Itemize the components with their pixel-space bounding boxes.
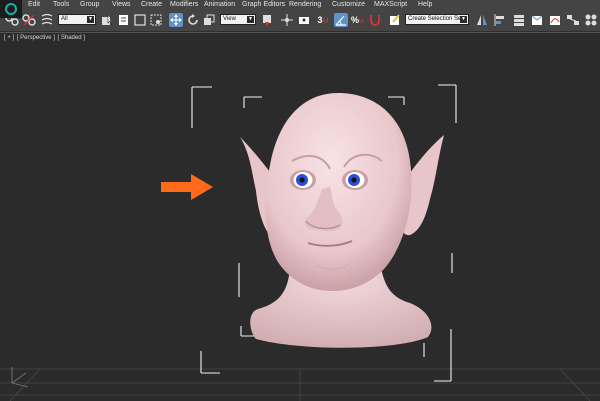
annotation-arrow-icon [161, 174, 213, 200]
edit-named-selection-icon[interactable] [388, 13, 402, 27]
select-object-icon[interactable] [100, 13, 114, 27]
layer-manager-icon[interactable] [512, 13, 526, 27]
material-editor-icon[interactable] [584, 13, 598, 27]
select-by-name-icon[interactable] [117, 13, 131, 27]
select-and-scale-icon[interactable] [202, 13, 216, 27]
named-selection-sets-dropdown[interactable]: Create Selection Se ▼ [405, 14, 469, 25]
reference-coordinate-value: View [223, 16, 236, 22]
menu-graph-editors[interactable]: Graph Editors [242, 0, 285, 10]
menu-help[interactable]: Help [418, 0, 432, 10]
menu-customize[interactable]: Customize [332, 0, 365, 10]
keyboard-shortcut-override-icon[interactable] [297, 13, 311, 27]
perspective-viewport[interactable]: [ + ] [ Perspective ] [ Shaded ] [0, 32, 600, 401]
spinner-snap-toggle-icon[interactable] [368, 13, 382, 27]
select-and-move-icon[interactable] [169, 13, 183, 27]
viewport-scene [0, 84, 600, 401]
application-button[interactable] [0, 0, 22, 18]
chevron-down-icon: ▼ [87, 16, 94, 23]
schematic-view-icon[interactable] [566, 13, 580, 27]
menu-group[interactable]: Group [80, 0, 99, 10]
use-pivot-center-icon[interactable] [260, 13, 274, 27]
unlink-selection-icon[interactable] [22, 13, 36, 27]
reference-coordinate-dropdown[interactable]: View ▼ [220, 14, 256, 25]
rectangular-selection-icon[interactable] [133, 13, 147, 27]
chevron-down-icon: ▼ [460, 16, 467, 23]
angle-snap-toggle-icon[interactable] [334, 13, 348, 27]
menu-bar: Edit Tools Group Views Create Modifiers … [0, 0, 600, 18]
menu-views[interactable]: Views [112, 0, 131, 10]
mirror-icon[interactable] [475, 13, 489, 27]
named-selection-sets-value: Create Selection Se [408, 16, 462, 22]
bind-to-space-warp-icon[interactable] [40, 13, 54, 27]
chevron-down-icon: ▼ [247, 16, 254, 23]
max-logo-icon [5, 3, 17, 15]
menu-rendering[interactable]: Rendering [289, 0, 321, 10]
menu-maxscript[interactable]: MAXScript [374, 0, 407, 10]
select-and-rotate-icon[interactable] [186, 13, 200, 27]
menu-modifiers[interactable]: Modifiers [170, 0, 198, 10]
home-grid [0, 368, 600, 401]
percent-snap-toggle-icon[interactable]: % [351, 13, 365, 27]
align-icon[interactable] [492, 13, 506, 27]
window-crossing-icon[interactable] [149, 13, 163, 27]
selection-filter-dropdown[interactable]: All ▼ [58, 14, 96, 25]
head [265, 93, 412, 291]
menu-edit[interactable]: Edit [28, 0, 40, 10]
menu-tools[interactable]: Tools [53, 0, 69, 10]
percent-snap-label: % [351, 15, 360, 25]
main-toolbar: All ▼ View ▼ 3 % Create Selection Se ▼ [0, 10, 600, 32]
curve-editor-icon[interactable] [548, 13, 562, 27]
menu-animation[interactable]: Animation [204, 0, 235, 10]
right-eye [342, 170, 368, 190]
selection-filter-value: All [61, 16, 68, 22]
graphite-modeling-tools-icon[interactable] [530, 13, 544, 27]
left-eye [290, 170, 316, 190]
menu-create[interactable]: Create [141, 0, 162, 10]
select-and-manipulate-icon[interactable] [280, 13, 294, 27]
snaps-toggle-icon[interactable]: 3 [317, 13, 331, 27]
